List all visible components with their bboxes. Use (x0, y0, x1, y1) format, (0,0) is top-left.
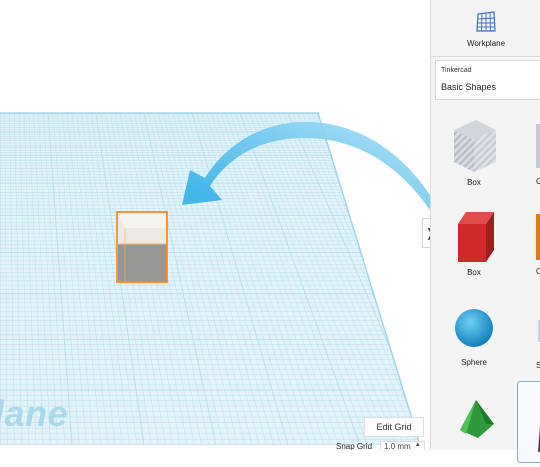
snap-grid-label: Snap Grid (336, 441, 373, 451)
shape-box-hole[interactable]: Box (432, 116, 516, 187)
shape-partial-right-3[interactable]: S (532, 312, 540, 377)
cylinder-solid-icon: C (536, 214, 540, 276)
workplane-scene[interactable] (0, 0, 430, 450)
shape-sphere[interactable]: Sphere (432, 302, 516, 367)
svg-text:C: C (536, 177, 540, 186)
sphere-icon (455, 309, 493, 347)
shape-label: Box (467, 268, 481, 277)
box-solid-icon (458, 212, 494, 262)
snap-grid-value: 1.0 mm (384, 441, 411, 451)
library-source: Tinkercad (441, 67, 472, 74)
workplane-watermark: lane (0, 393, 69, 434)
shape-label: Box (467, 178, 481, 187)
cylinder-hole-icon: C (536, 124, 540, 186)
selected-box[interactable] (116, 211, 168, 283)
panel-divider (431, 56, 540, 57)
workplane-label: Workplane (466, 39, 506, 48)
svg-text:C: C (536, 267, 540, 276)
box-hole-icon (454, 120, 496, 172)
shape-partial-right-2[interactable]: C (532, 208, 540, 283)
shape-partial-right-1[interactable]: C (532, 118, 540, 193)
edit-grid-button[interactable]: Edit Grid (364, 417, 424, 437)
library-category: Basic Shapes (441, 82, 497, 92)
3d-canvas[interactable]: lane Edit Grid Snap Grid 1.0 mm ▲ (0, 0, 430, 450)
snap-grid-control[interactable]: Snap Grid 1.0 mm ▲ (320, 440, 430, 450)
svg-text:S: S (536, 361, 540, 370)
scribble-icon: S (536, 320, 540, 370)
dropdown-caret-icon: ▲ (414, 441, 421, 448)
snap-grid-select[interactable]: 1.0 mm ▲ (380, 440, 425, 451)
shape-tile-selected[interactable] (517, 381, 540, 463)
shape-roof[interactable] (432, 394, 516, 442)
workplane-grid-icon (476, 11, 496, 32)
workplane-button[interactable]: Workplane (431, 0, 540, 56)
shape-box-solid[interactable]: Box (432, 206, 516, 277)
roof-icon (460, 400, 494, 438)
shape-thumb-icon (538, 426, 540, 452)
shape-library-select[interactable]: Tinkercad Basic Shapes (435, 60, 540, 100)
shape-label: Sphere (461, 358, 487, 367)
